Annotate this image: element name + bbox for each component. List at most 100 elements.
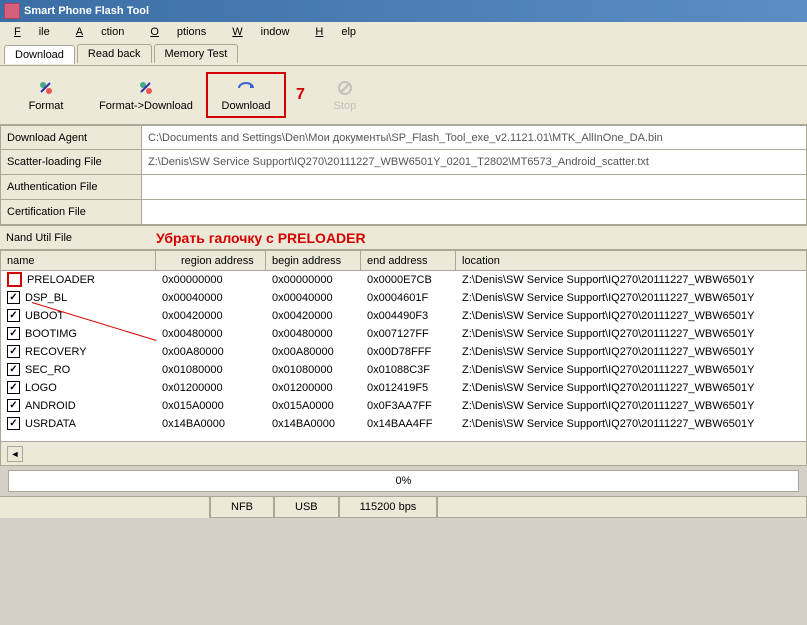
cell-begin: 0x01200000 xyxy=(266,382,361,394)
partition-name: PRELOADER xyxy=(27,274,95,286)
menu-bar: File Action Options Window Help xyxy=(0,22,807,42)
menu-help[interactable]: Help xyxy=(307,24,360,40)
cell-region: 0x00420000 xyxy=(156,310,266,322)
tab-readback[interactable]: Read back xyxy=(77,44,152,63)
cell-end: 0x007127FF xyxy=(361,328,456,340)
cell-region: 0x01080000 xyxy=(156,364,266,376)
menu-window[interactable]: Window xyxy=(224,24,293,40)
tab-download[interactable]: Download xyxy=(4,45,75,64)
cell-name: ✓ DSP_BL xyxy=(1,291,156,304)
partition-name: LOGO xyxy=(25,382,57,394)
cert-file-input[interactable] xyxy=(141,200,806,224)
cell-name: ✓RECOVERY xyxy=(1,345,156,358)
cell-end: 0x012419F5 xyxy=(361,382,456,394)
format-button[interactable]: Format xyxy=(6,74,86,116)
download-agent-row: Download Agent C:\Documents and Settings… xyxy=(0,125,807,150)
table-row[interactable]: ✓DSP_BL0x000400000x000400000x0004601FZ:\… xyxy=(1,289,806,307)
cell-begin: 0x14BA0000 xyxy=(266,418,361,430)
th-end[interactable]: end address xyxy=(361,251,456,270)
table-row[interactable]: ✓UBOOT0x004200000x004200000x004490F3Z:\D… xyxy=(1,307,806,325)
checkbox[interactable]: ✓ xyxy=(7,417,20,430)
th-location[interactable]: location xyxy=(456,251,806,270)
menu-file[interactable]: File xyxy=(6,24,54,40)
cell-location: Z:\Denis\SW Service Support\IQ270\201112… xyxy=(456,346,806,358)
cell-region: 0x015A0000 xyxy=(156,400,266,412)
cell-begin: 0x00420000 xyxy=(266,310,361,322)
tab-memtest[interactable]: Memory Test xyxy=(154,44,239,63)
app-icon xyxy=(4,3,20,19)
checkbox[interactable]: ✓ xyxy=(7,309,20,322)
stop-icon xyxy=(335,78,355,98)
cell-name: ✓ ANDROID xyxy=(1,399,156,412)
table-row[interactable]: ✓LOGO0x012000000x012000000x012419F5Z:\De… xyxy=(1,379,806,397)
auth-file-row: Authentication File xyxy=(0,175,807,200)
cell-location: Z:\Denis\SW Service Support\IQ270\201112… xyxy=(456,382,806,394)
window-title: Smart Phone Flash Tool xyxy=(24,5,149,17)
annotation-number: 7 xyxy=(296,86,305,104)
title-bar: Smart Phone Flash Tool xyxy=(0,0,807,22)
menu-action[interactable]: Action xyxy=(68,24,129,40)
format-download-button[interactable]: Format->Download xyxy=(86,74,206,116)
cell-end: 0x14BAA4FF xyxy=(361,418,456,430)
cell-end: 0x004490F3 xyxy=(361,310,456,322)
table-row[interactable]: PRELOADER0x000000000x000000000x0000E7CBZ… xyxy=(1,271,806,289)
checkbox[interactable]: ✓ xyxy=(7,345,20,358)
download-button[interactable]: Download xyxy=(206,72,286,118)
format-icon xyxy=(36,78,56,98)
status-baud: 115200 bps xyxy=(339,497,438,518)
cell-end: 0x0004601F xyxy=(361,292,456,304)
scatter-file-label: Scatter-loading File xyxy=(1,156,141,168)
checkbox[interactable]: ✓ xyxy=(7,291,20,304)
checkbox[interactable]: ✓ xyxy=(7,381,20,394)
cell-begin: 0x01080000 xyxy=(266,364,361,376)
horizontal-scrollbar[interactable]: ◄ xyxy=(1,441,806,465)
cert-file-row: Certification File xyxy=(0,200,807,225)
stop-button[interactable]: Stop xyxy=(305,74,385,116)
cell-name: ✓ UBOOT xyxy=(1,309,156,322)
cell-region: 0x14BA0000 xyxy=(156,418,266,430)
cell-begin: 0x00040000 xyxy=(266,292,361,304)
table-row[interactable]: ✓USRDATA0x14BA00000x14BA00000x14BAA4FFZ:… xyxy=(1,415,806,433)
cell-end: 0x0000E7CB xyxy=(361,274,456,286)
cell-location: Z:\Denis\SW Service Support\IQ270\201112… xyxy=(456,400,806,412)
table-row[interactable]: ✓RECOVERY0x00A800000x00A800000x00D78FFFZ… xyxy=(1,343,806,361)
nand-util-row: Nand Util File Убрать галочку с PRELOADE… xyxy=(0,225,807,250)
table-row[interactable]: ✓ANDROID0x015A00000x015A00000x0F3AA7FFZ:… xyxy=(1,397,806,415)
th-begin[interactable]: begin address xyxy=(266,251,361,270)
partition-name: ANDROID xyxy=(25,400,76,412)
cell-name: PRELOADER xyxy=(1,272,156,287)
format-download-icon xyxy=(136,78,156,98)
auth-file-label: Authentication File xyxy=(1,181,141,193)
download-agent-input[interactable]: C:\Documents and Settings\Den\Мои докуме… xyxy=(141,126,806,149)
partition-name: DSP_BL xyxy=(25,292,67,304)
cell-begin: 0x00A80000 xyxy=(266,346,361,358)
cell-begin: 0x00480000 xyxy=(266,328,361,340)
checkbox[interactable] xyxy=(7,272,22,287)
cell-location: Z:\Denis\SW Service Support\IQ270\201112… xyxy=(456,274,806,286)
partition-table: name region address begin address end ad… xyxy=(0,250,807,466)
cell-name: ✓SEC_RO xyxy=(1,363,156,376)
cell-name: ✓ LOGO xyxy=(1,381,156,394)
cell-location: Z:\Denis\SW Service Support\IQ270\201112… xyxy=(456,310,806,322)
th-name[interactable]: name xyxy=(1,251,156,270)
table-row[interactable]: ✓BOOTIMG0x004800000x004800000x007127FFZ:… xyxy=(1,325,806,343)
tab-row: Download Read back Memory Test xyxy=(0,42,807,66)
checkbox[interactable]: ✓ xyxy=(7,399,20,412)
auth-file-input[interactable] xyxy=(141,175,806,199)
scatter-file-row: Scatter-loading File Z:\Denis\SW Service… xyxy=(0,150,807,175)
cell-region: 0x00000000 xyxy=(156,274,266,286)
annotation-text: Убрать галочку с PRELOADER xyxy=(156,230,366,246)
th-region[interactable]: region address xyxy=(156,251,266,270)
progress-text: 0% xyxy=(396,475,412,487)
status-spacer xyxy=(0,497,210,518)
checkbox[interactable]: ✓ xyxy=(7,363,20,376)
partition-name: UBOOT xyxy=(25,310,64,322)
checkbox[interactable]: ✓ xyxy=(7,327,20,340)
cell-region: 0x00480000 xyxy=(156,328,266,340)
scroll-left-arrow[interactable]: ◄ xyxy=(7,446,23,462)
scatter-file-input[interactable]: Z:\Denis\SW Service Support\IQ270\201112… xyxy=(141,150,806,174)
table-body: PRELOADER0x000000000x000000000x0000E7CBZ… xyxy=(1,271,806,433)
menu-options[interactable]: Options xyxy=(142,24,210,40)
cell-region: 0x01200000 xyxy=(156,382,266,394)
table-row[interactable]: ✓SEC_RO0x010800000x010800000x01088C3FZ:\… xyxy=(1,361,806,379)
